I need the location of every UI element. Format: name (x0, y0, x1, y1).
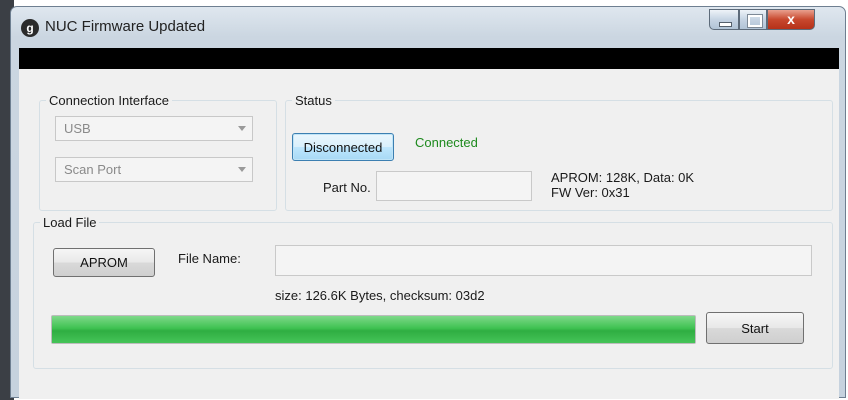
close-icon: x (787, 11, 795, 27)
connection-status-text: Connected (415, 135, 478, 150)
aprom-button[interactable]: APROM (53, 248, 155, 277)
port-select[interactable]: Scan Port (55, 157, 253, 182)
menu-bar (19, 48, 839, 69)
part-no-field[interactable] (376, 171, 532, 201)
progress-bar (51, 315, 696, 344)
app-logo-icon: g (21, 19, 39, 37)
minimize-button[interactable] (709, 9, 739, 30)
window-title: NUC Firmware Updated (45, 18, 206, 35)
part-no-label: Part No. (323, 180, 371, 195)
interface-select-value: USB (64, 121, 91, 136)
aprom-info-text: APROM: 128K, Data: 0K (551, 170, 695, 185)
close-button[interactable]: x (767, 9, 815, 30)
file-name-label: File Name: (178, 251, 241, 266)
connect-button[interactable]: Disconnected (292, 133, 394, 161)
file-name-field[interactable] (275, 245, 812, 276)
load-file-legend: Load File (43, 215, 97, 230)
client-area: Connection Interface USB Scan Port Statu… (19, 69, 839, 399)
connection-interface-legend: Connection Interface (49, 93, 169, 108)
title-bar[interactable]: g NUC Firmware Updated x (11, 7, 845, 47)
file-info-text: size: 126.6K Bytes, checksum: 03d2 (275, 288, 485, 303)
port-select-value: Scan Port (64, 162, 122, 177)
maximize-icon (747, 14, 763, 28)
status-legend: Status (295, 93, 332, 108)
minimize-icon (719, 22, 732, 27)
connection-interface-group: Connection Interface (39, 93, 277, 211)
app-window: g NUC Firmware Updated x Connection Inte… (10, 6, 846, 399)
chevron-down-icon (238, 126, 246, 131)
interface-select[interactable]: USB (55, 116, 253, 141)
start-button[interactable]: Start (706, 312, 804, 344)
maximize-button[interactable] (739, 9, 767, 30)
firmware-version-text: FW Ver: 0x31 (551, 185, 630, 200)
progress-fill (52, 316, 695, 343)
chevron-down-icon (238, 167, 246, 172)
